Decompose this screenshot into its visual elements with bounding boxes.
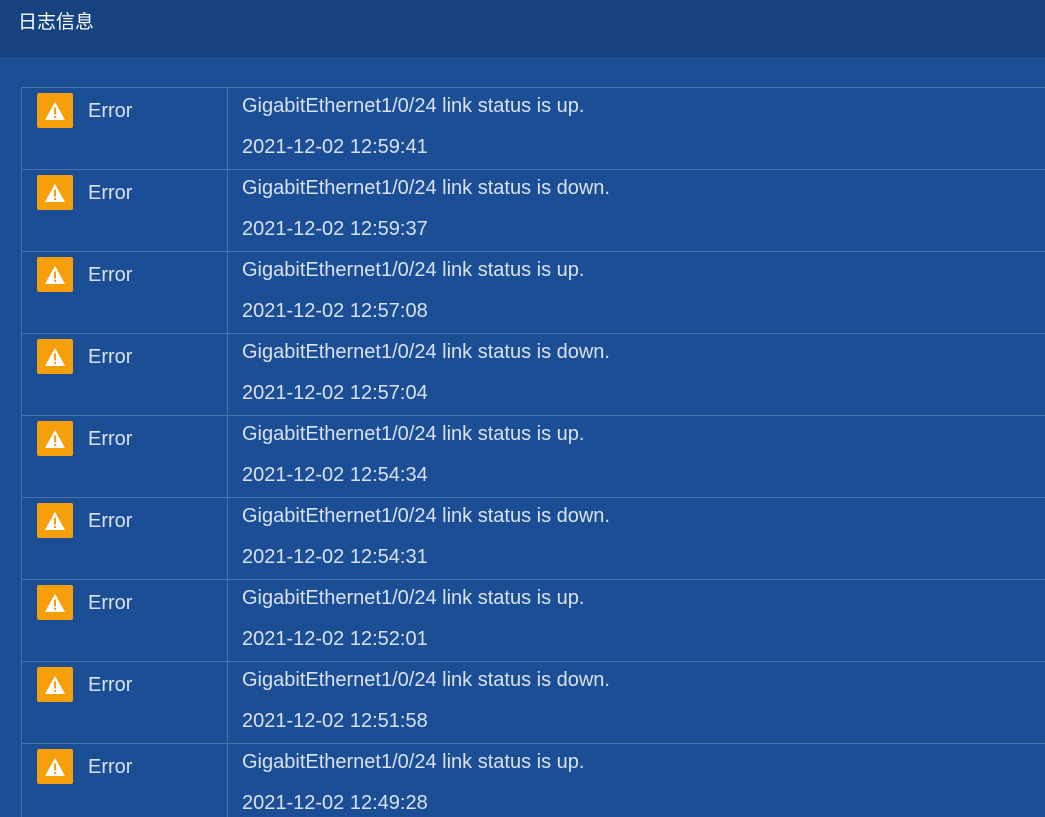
log-row[interactable]: Error GigabitEthernet1/0/24 link status …: [22, 170, 1045, 252]
level-cell: Error: [22, 498, 228, 579]
level-label: Error: [88, 182, 133, 204]
level-label: Error: [88, 674, 133, 696]
warning-icon: [37, 667, 73, 702]
log-timestamp: 2021-12-02 12:59:37: [242, 218, 428, 240]
level-cell: Error: [22, 170, 228, 251]
log-message: GigabitEthernet1/0/24 link status is up.: [242, 751, 585, 773]
warning-icon: [37, 339, 73, 374]
level-label: Error: [88, 592, 133, 614]
level-label: Error: [88, 264, 133, 286]
log-message: GigabitEthernet1/0/24 link status is up.: [242, 423, 585, 445]
log-message: GigabitEthernet1/0/24 link status is up.: [242, 587, 585, 609]
level-cell: Error: [22, 334, 228, 415]
warning-icon: [37, 421, 73, 456]
log-row[interactable]: Error GigabitEthernet1/0/24 link status …: [22, 416, 1045, 498]
log-message: GigabitEthernet1/0/24 link status is dow…: [242, 177, 610, 199]
log-timestamp: 2021-12-02 12:54:34: [242, 464, 428, 486]
log-message: GigabitEthernet1/0/24 link status is dow…: [242, 505, 610, 527]
warning-icon: [37, 257, 73, 292]
level-cell: Error: [22, 744, 228, 817]
level-label: Error: [88, 510, 133, 532]
log-row[interactable]: Error GigabitEthernet1/0/24 link status …: [22, 88, 1045, 170]
warning-icon: [37, 503, 73, 538]
log-row[interactable]: Error GigabitEthernet1/0/24 link status …: [22, 662, 1045, 744]
log-message: GigabitEthernet1/0/24 link status is dow…: [242, 341, 610, 363]
warning-icon: [37, 175, 73, 210]
level-cell: Error: [22, 88, 228, 169]
level-cell: Error: [22, 580, 228, 661]
log-timestamp: 2021-12-02 12:59:41: [242, 136, 428, 158]
panel-header: 日志信息: [0, 0, 1045, 57]
level-cell: Error: [22, 252, 228, 333]
warning-icon: [37, 749, 73, 784]
log-list[interactable]: Error GigabitEthernet1/0/24 link status …: [21, 87, 1045, 817]
log-timestamp: 2021-12-02 12:51:58: [242, 710, 428, 732]
log-timestamp: 2021-12-02 12:49:28: [242, 792, 428, 814]
log-timestamp: 2021-12-02 12:54:31: [242, 546, 428, 568]
log-panel: 日志信息 Error GigabitEthernet1/0/24 link st…: [0, 0, 1045, 817]
level-label: Error: [88, 346, 133, 368]
log-row[interactable]: Error GigabitEthernet1/0/24 link status …: [22, 252, 1045, 334]
log-timestamp: 2021-12-02 12:57:04: [242, 382, 428, 404]
log-row[interactable]: Error GigabitEthernet1/0/24 link status …: [22, 334, 1045, 416]
level-label: Error: [88, 428, 133, 450]
log-message: GigabitEthernet1/0/24 link status is up.: [242, 259, 585, 281]
log-timestamp: 2021-12-02 12:57:08: [242, 300, 428, 322]
level-cell: Error: [22, 662, 228, 743]
log-message: GigabitEthernet1/0/24 link status is up.: [242, 95, 585, 117]
level-label: Error: [88, 756, 133, 778]
log-row[interactable]: Error GigabitEthernet1/0/24 link status …: [22, 580, 1045, 662]
log-message: GigabitEthernet1/0/24 link status is dow…: [242, 669, 610, 691]
level-cell: Error: [22, 416, 228, 497]
panel-title: 日志信息: [18, 11, 95, 33]
log-row[interactable]: Error GigabitEthernet1/0/24 link status …: [22, 498, 1045, 580]
log-row[interactable]: Error GigabitEthernet1/0/24 link status …: [22, 744, 1045, 817]
level-label: Error: [88, 100, 133, 122]
warning-icon: [37, 585, 73, 620]
warning-icon: [37, 93, 73, 128]
log-timestamp: 2021-12-02 12:52:01: [242, 628, 428, 650]
